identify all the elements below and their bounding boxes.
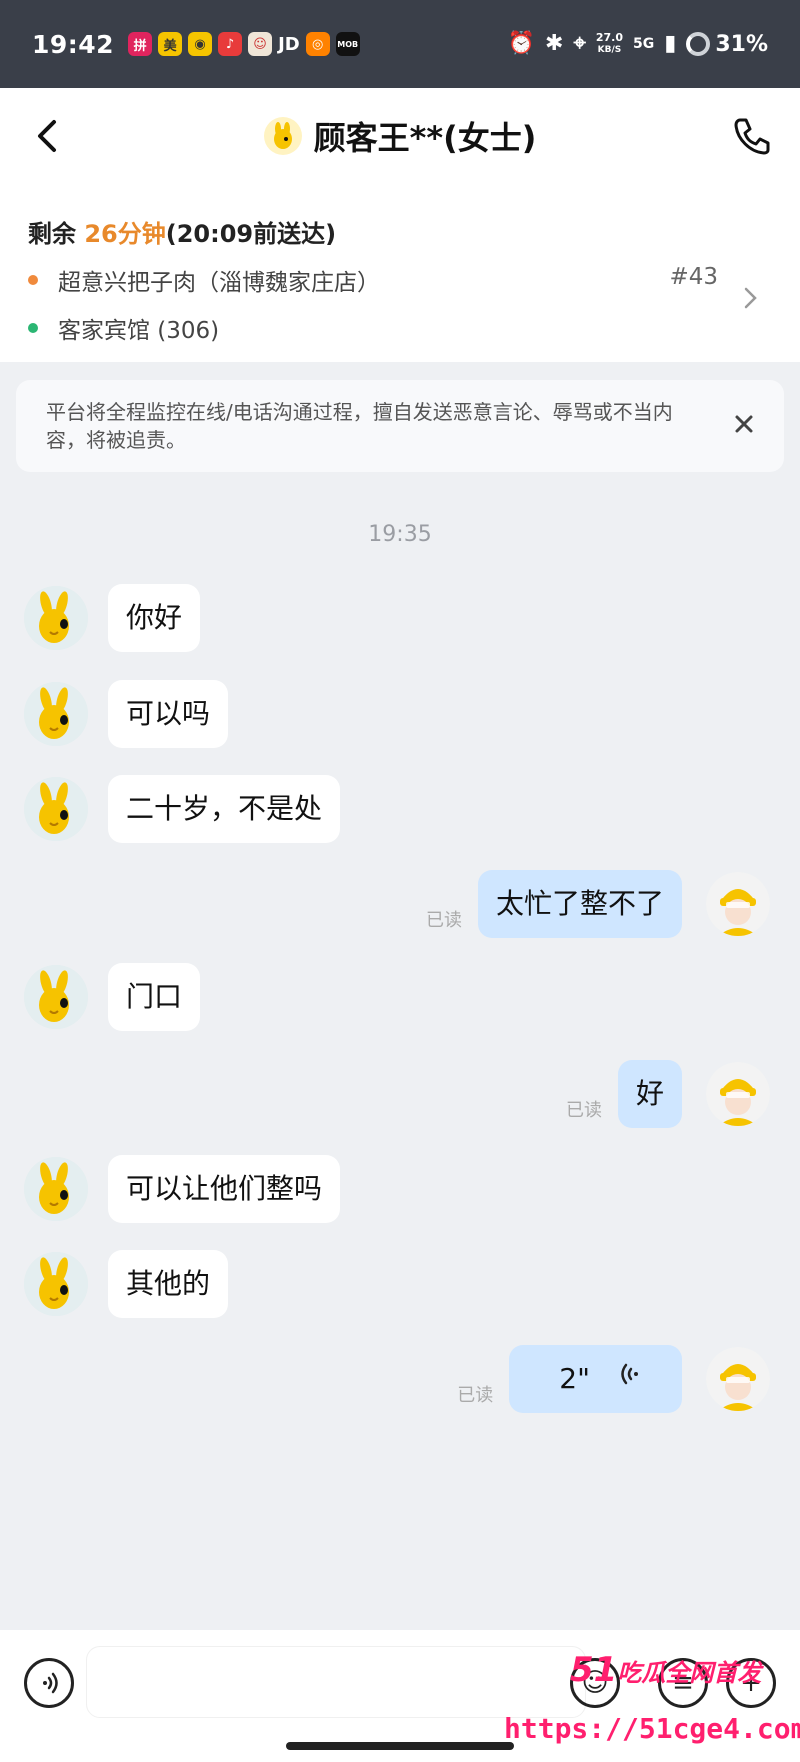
music-app-icon: ♪	[218, 32, 243, 56]
message-bubble[interactable]: 好	[617, 1060, 682, 1128]
read-receipt: 已读	[457, 1385, 494, 1406]
remaining-time: 剩余 26分钟(20:09前送达)	[28, 214, 772, 249]
meituan-app-icon: 美	[158, 32, 183, 56]
customer-avatar-small	[263, 117, 302, 155]
net-speed-unit: KB/S	[597, 45, 622, 55]
outgoing-message: 已读好	[566, 1060, 770, 1128]
incoming-message: 可以让他们整吗	[24, 1155, 341, 1223]
outgoing-message: 已读 2"	[457, 1345, 770, 1413]
customer-avatar[interactable]	[24, 586, 88, 650]
incoming-message: 二十岁，不是处	[24, 775, 341, 843]
net-speed-value: 27.0	[595, 31, 623, 44]
incoming-message: 你好	[24, 584, 201, 652]
remaining-prefix: 剩余	[28, 220, 85, 248]
customer-avatar[interactable]	[24, 965, 88, 1029]
destination-name: 客家宾馆 (306)	[58, 318, 220, 344]
store-dot-icon	[28, 275, 38, 285]
status-time: 19:42	[32, 29, 115, 59]
cartoon-app-icon: ☺	[248, 32, 273, 56]
call-button[interactable]	[730, 114, 774, 158]
incoming-message: 其他的	[24, 1250, 229, 1318]
order-number: #43	[669, 264, 718, 290]
incoming-message: 门口	[24, 963, 201, 1031]
status-bar: 19:42 拼 美 ◉ ♪ ☺ JD ◎ MOB ⏰ ✱ ⌖ 27.0 KB/S…	[0, 0, 800, 88]
message-bubble[interactable]: 你好	[108, 584, 201, 652]
page-title: 顾客王**(女士)	[313, 119, 537, 157]
delivery-deadline: (20:09前送达)	[165, 220, 337, 248]
back-arrow-icon	[38, 120, 56, 152]
weibo-app-icon: ◎	[305, 32, 330, 56]
battery-percent: 31%	[715, 31, 768, 57]
watermark-logo: 51吃瓜全网首发	[570, 1650, 761, 1690]
mob-app-icon: MOB	[335, 32, 360, 56]
signal-5g-label: 5G	[632, 36, 655, 52]
customer-avatar[interactable]	[24, 1157, 88, 1221]
jd-app-icon: JD	[278, 33, 300, 55]
battery-indicator: 31%	[686, 32, 768, 57]
customer-avatar[interactable]	[24, 1252, 88, 1316]
message-input[interactable]	[86, 1646, 586, 1718]
read-receipt: 已读	[425, 910, 462, 931]
watermark-slogan: 吃瓜全网首发	[617, 1659, 762, 1687]
battery-icon	[686, 32, 711, 56]
signal-bars-icon: ▮	[664, 31, 677, 56]
taxi-app-icon: ◉	[188, 32, 213, 56]
store-row: 超意兴把子肉（淄博魏家庄店）	[28, 263, 772, 297]
back-button[interactable]	[28, 112, 68, 160]
watermark-url: https://51cge4.com	[504, 1712, 800, 1745]
monitoring-notice: 平台将全程监控在线/电话沟通过程，擅自发送恶意言论、辱骂或不当内容，将被追责。	[16, 380, 784, 472]
customer-avatar[interactable]	[24, 682, 88, 746]
location-icon: ⌖	[573, 31, 586, 56]
home-indicator[interactable]	[286, 1742, 514, 1750]
status-app-icons: 拼 美 ◉ ♪ ☺ JD ◎ MOB	[128, 32, 360, 56]
courier-avatar[interactable]	[706, 1347, 770, 1411]
kangaroo-mascot-icon	[273, 122, 292, 149]
message-bubble[interactable]: 可以吗	[108, 680, 229, 748]
incoming-message: 可以吗	[24, 680, 229, 748]
store-name: 超意兴把子肉（淄博魏家庄店）	[58, 270, 380, 296]
destination-dot-icon	[28, 323, 38, 333]
phone-icon	[734, 118, 770, 155]
bluetooth-icon: ✱	[545, 31, 564, 56]
pdd-app-icon: 拼	[128, 32, 153, 56]
message-bubble[interactable]: 太忙了整不了	[477, 870, 682, 938]
remaining-minutes: 26分钟	[84, 220, 166, 248]
message-bubble[interactable]: 其他的	[108, 1250, 229, 1318]
voice-message-bubble[interactable]: 2"	[509, 1345, 682, 1413]
chat-header: 顾客王**(女士)	[0, 88, 800, 184]
chevron-right-icon	[744, 287, 757, 309]
outgoing-message: 已读 太忙了整不了	[426, 870, 770, 938]
read-receipt: 已读	[565, 1100, 602, 1121]
courier-avatar[interactable]	[706, 872, 770, 936]
message-bubble[interactable]: 门口	[108, 963, 201, 1031]
voice-input-button[interactable]	[24, 1658, 74, 1708]
voice-wave-icon	[616, 1345, 642, 1413]
message-bubble[interactable]: 二十岁，不是处	[108, 775, 341, 843]
close-icon[interactable]	[730, 410, 758, 438]
chat-timestamp: 19:35	[368, 522, 432, 547]
courier-avatar[interactable]	[706, 1062, 770, 1126]
destination-row: 客家宾馆 (306)	[28, 311, 772, 345]
alarm-icon: ⏰	[507, 31, 536, 56]
voice-duration: 2"	[559, 1362, 590, 1395]
watermark-number: 51	[570, 1650, 618, 1690]
customer-avatar[interactable]	[24, 777, 88, 841]
net-speed: 27.0 KB/S	[596, 32, 623, 56]
notice-text: 平台将全程监控在线/电话沟通过程，擅自发送恶意言论、辱骂或不当内容，将被追责。	[46, 400, 673, 452]
order-card[interactable]: 剩余 26分钟(20:09前送达) 超意兴把子肉（淄博魏家庄店） 客家宾馆 (3…	[0, 184, 800, 362]
message-bubble[interactable]: 可以让他们整吗	[108, 1155, 341, 1223]
voice-wave-icon	[43, 1672, 58, 1694]
